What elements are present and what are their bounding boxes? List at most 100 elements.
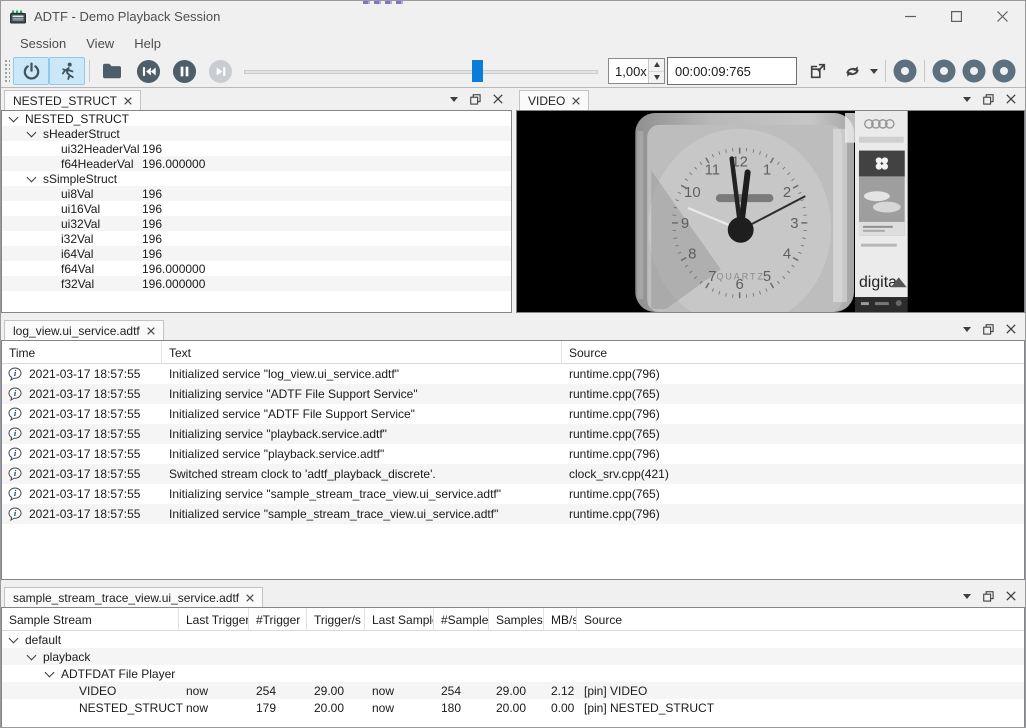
seek-slider-groove[interactable]: [244, 70, 598, 74]
tree-label: f32Val: [61, 277, 94, 291]
menu-help[interactable]: Help: [124, 33, 171, 54]
run-session-button[interactable]: [49, 57, 85, 85]
trace-cell: 29.00: [489, 684, 544, 698]
panel-menu-icon[interactable]: [963, 327, 971, 332]
log-row[interactable]: i2021-03-17 18:57:55Initialized service …: [2, 444, 1024, 464]
tree-row[interactable]: sSimpleStruct: [2, 171, 511, 186]
seek-slider[interactable]: [244, 57, 598, 85]
close-button[interactable]: [979, 1, 1025, 31]
column-header-source[interactable]: Source: [577, 608, 1024, 631]
log-row[interactable]: i2021-03-17 18:57:55Initialized service …: [2, 364, 1024, 384]
expander-icon[interactable]: [27, 127, 37, 137]
column-header--trigger[interactable]: #Trigger: [249, 608, 307, 631]
trace-stream-cell: NESTED_STRUCT: [2, 701, 179, 715]
close-panel-icon[interactable]: [1006, 324, 1016, 334]
maximize-button[interactable]: [933, 1, 979, 31]
power-session-button[interactable]: [13, 57, 49, 85]
column-header--samples[interactable]: #Samples: [434, 608, 489, 631]
tab-close-icon[interactable]: [147, 327, 155, 335]
column-header-text[interactable]: Text: [162, 341, 562, 364]
float-panel-icon[interactable]: [983, 94, 994, 105]
log-row[interactable]: i2021-03-17 18:57:55Initialized service …: [2, 404, 1024, 424]
trace-stream-cell: ADTFDAT File Player: [2, 667, 179, 681]
tree-row[interactable]: i32Val196: [2, 231, 511, 246]
expander-icon[interactable]: [9, 633, 19, 643]
column-header-mb-s[interactable]: MB/s: [544, 608, 577, 631]
panel-menu-icon[interactable]: [450, 97, 458, 102]
trace-cell: 179: [249, 701, 307, 715]
column-header-samples-s[interactable]: Samples/s: [489, 608, 544, 631]
toolbar-separator: [89, 60, 90, 82]
log-row[interactable]: i2021-03-17 18:57:55Initializing service…: [2, 484, 1024, 504]
minimize-button[interactable]: [887, 1, 933, 31]
trace-row[interactable]: VIDEOnow25429.00now25429.002.12[pin] VID…: [2, 682, 1024, 699]
panel-menu-icon[interactable]: [963, 97, 971, 102]
marker-button-3[interactable]: [959, 57, 989, 85]
tab-close-icon[interactable]: [124, 97, 132, 105]
close-panel-icon[interactable]: [1006, 94, 1016, 104]
detach-button[interactable]: [803, 57, 833, 85]
tab-trace-view[interactable]: sample_stream_trace_view.ui_service.adtf: [4, 587, 263, 607]
loop-dropdown-button[interactable]: [867, 57, 881, 85]
tree-row[interactable]: ui16Val196: [2, 201, 511, 216]
tree-row[interactable]: ui32Val196: [2, 216, 511, 231]
log-time-text: 2021-03-17 18:57:55: [29, 387, 140, 401]
step-forward-button[interactable]: [202, 57, 238, 85]
log-row[interactable]: i2021-03-17 18:57:55Initializing service…: [2, 424, 1024, 444]
expander-icon[interactable]: [27, 650, 37, 660]
speed-up-button[interactable]: [649, 59, 664, 72]
tree-row[interactable]: NESTED_STRUCT: [2, 111, 511, 126]
tree-row[interactable]: ui8Val196: [2, 186, 511, 201]
tree-row[interactable]: sHeaderStruct: [2, 126, 511, 141]
column-header-time[interactable]: Time: [2, 341, 162, 364]
time-field[interactable]: 00:00:09:765: [667, 57, 797, 85]
expander-icon[interactable]: [45, 667, 55, 677]
column-header-last-sample[interactable]: Last Sample: [365, 608, 434, 631]
column-header-source[interactable]: Source: [562, 341, 1024, 364]
tree-row[interactable]: f32Val196.000000: [2, 276, 511, 291]
column-header-trigger-s[interactable]: Trigger/s: [307, 608, 365, 631]
trace-row[interactable]: ADTFDAT File Player: [2, 665, 1024, 682]
tree-row[interactable]: f64Val196.000000: [2, 261, 511, 276]
menu-session[interactable]: Session: [10, 33, 76, 54]
float-panel-icon[interactable]: [470, 94, 481, 105]
expander-icon[interactable]: [27, 172, 37, 182]
trace-row[interactable]: NESTED_STRUCTnow17920.00now18020.000.00[…: [2, 699, 1024, 716]
tree-row[interactable]: f64HeaderVal196.000000: [2, 156, 511, 171]
log-row[interactable]: i2021-03-17 18:57:55Initializing service…: [2, 384, 1024, 404]
tab-nested-struct[interactable]: NESTED_STRUCT: [4, 90, 141, 110]
speed-value[interactable]: 1,00x: [609, 59, 648, 83]
marker-button-2[interactable]: [929, 57, 959, 85]
trace-row[interactable]: playback: [2, 648, 1024, 665]
panel-menu-icon[interactable]: [963, 594, 971, 599]
tab-close-icon[interactable]: [572, 97, 580, 105]
speed-spinner[interactable]: 1,00x: [608, 58, 665, 84]
speed-down-button[interactable]: [649, 72, 664, 84]
trace-cell: 180: [434, 701, 489, 715]
tab-log-view[interactable]: log_view.ui_service.adtf: [4, 320, 164, 340]
marker-button-4[interactable]: [989, 57, 1019, 85]
marker-button-1[interactable]: [890, 57, 920, 85]
log-time-text: 2021-03-17 18:57:55: [29, 447, 140, 461]
open-file-button[interactable]: [94, 57, 130, 85]
close-panel-icon[interactable]: [1006, 591, 1016, 601]
column-header-last-trigger[interactable]: Last Trigger: [179, 608, 249, 631]
tree-row[interactable]: ui32HeaderVal196: [2, 141, 511, 156]
close-panel-icon[interactable]: [493, 94, 503, 104]
tab-close-icon[interactable]: [246, 594, 254, 602]
column-header-sample-stream[interactable]: Sample Stream: [2, 608, 179, 631]
tab-video[interactable]: VIDEO: [519, 90, 589, 110]
toolbar-grip[interactable]: [4, 59, 10, 83]
menu-view[interactable]: View: [76, 33, 124, 54]
tree-row[interactable]: i64Val196: [2, 246, 511, 261]
expander-icon[interactable]: [9, 112, 19, 122]
trace-row[interactable]: default: [2, 631, 1024, 648]
skip-to-start-button[interactable]: [130, 57, 166, 85]
float-panel-icon[interactable]: [983, 591, 994, 602]
loop-button[interactable]: [837, 57, 867, 85]
seek-slider-handle[interactable]: [472, 60, 483, 82]
float-panel-icon[interactable]: [983, 324, 994, 335]
pause-button[interactable]: [166, 57, 202, 85]
log-row[interactable]: i2021-03-17 18:57:55Initialized service …: [2, 504, 1024, 524]
log-row[interactable]: i2021-03-17 18:57:55Switched stream cloc…: [2, 464, 1024, 484]
